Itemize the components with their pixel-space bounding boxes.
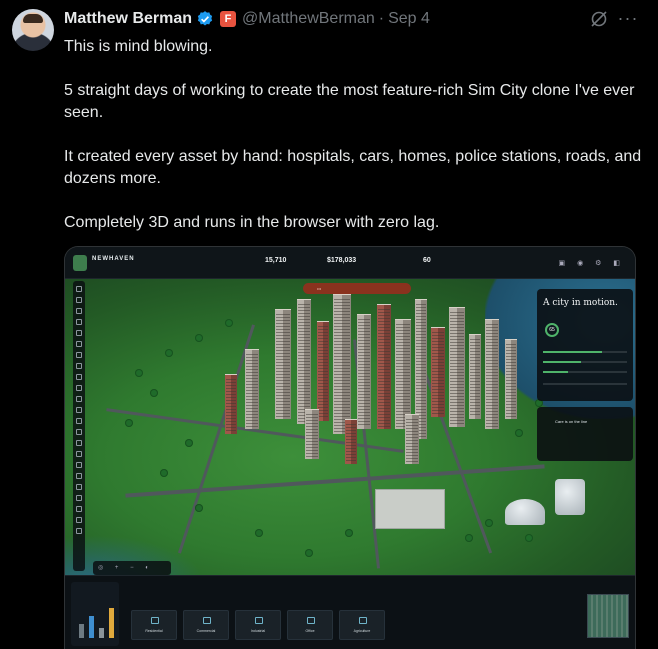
- top-toolbar-icons: ▣ ◉ ⚙ ◧: [558, 260, 625, 267]
- game-top-bar: NEWHAVEN 15,710 $178,033 60 ▣ ◉ ⚙ ◧: [65, 247, 635, 279]
- more-options-icon[interactable]: ···: [617, 8, 639, 30]
- camera-tools[interactable]: ◎ + − ◐: [93, 561, 171, 575]
- tweet-paragraph: 5 straight days of working to create the…: [64, 82, 635, 121]
- build-tile-office[interactable]: Office: [287, 610, 333, 640]
- left-tool-sidebar[interactable]: [73, 281, 85, 571]
- minimap[interactable]: [587, 594, 629, 638]
- tweet-paragraph: It created every asset by hand: hospital…: [64, 148, 642, 187]
- build-category-tabs[interactable]: [135, 592, 575, 600]
- stats-mini-chart: [71, 582, 119, 646]
- build-tile-agriculture[interactable]: Agriculture: [339, 610, 385, 640]
- build-tile-industrial[interactable]: Industrial: [235, 610, 281, 640]
- build-dock: Residential Commercial Industrial Office…: [65, 575, 635, 649]
- tweet-paragraph: Completely 3D and runs in the browser wi…: [64, 214, 440, 231]
- event-card-title: Care is on the line: [555, 419, 588, 424]
- tweet-paragraph: This is mind blowing.: [64, 38, 213, 55]
- event-card[interactable]: Care is on the line: [537, 407, 633, 461]
- verified-badge-icon: [197, 11, 213, 26]
- city-name: NEWHAVEN: [92, 256, 135, 262]
- grok-icon[interactable]: [589, 9, 609, 29]
- score-ring: 65: [545, 323, 559, 337]
- tweet-media-image[interactable]: NEWHAVEN 15,710 $178,033 60 ▣ ◉ ⚙ ◧ ••• …: [64, 246, 636, 649]
- speed-stat: 60: [423, 257, 431, 264]
- tweet-text: This is mind blowing. 5 straight days of…: [64, 36, 644, 234]
- author-handle[interactable]: @MatthewBerman: [242, 10, 375, 28]
- build-tile-residential[interactable]: Residential: [131, 610, 177, 640]
- avatar[interactable]: [12, 9, 54, 51]
- funds-stat: $178,033: [327, 257, 357, 264]
- separator: ·: [378, 10, 385, 27]
- panel-headline: A city in motion.: [543, 298, 618, 308]
- city-info-panel: A city in motion. 65: [537, 289, 633, 401]
- build-tile-commercial[interactable]: Commercial: [183, 610, 229, 640]
- author-name[interactable]: Matthew Berman: [64, 10, 192, 28]
- timestamp[interactable]: Sep 4: [388, 10, 430, 28]
- alert-banner[interactable]: •••: [303, 283, 411, 294]
- population-stat: 15,710: [265, 257, 287, 264]
- city-logo-icon: [73, 255, 87, 271]
- tweet-header: Matthew Berman F @MatthewBerman · Sep 4: [64, 8, 430, 30]
- affiliate-badge-icon[interactable]: F: [220, 11, 237, 27]
